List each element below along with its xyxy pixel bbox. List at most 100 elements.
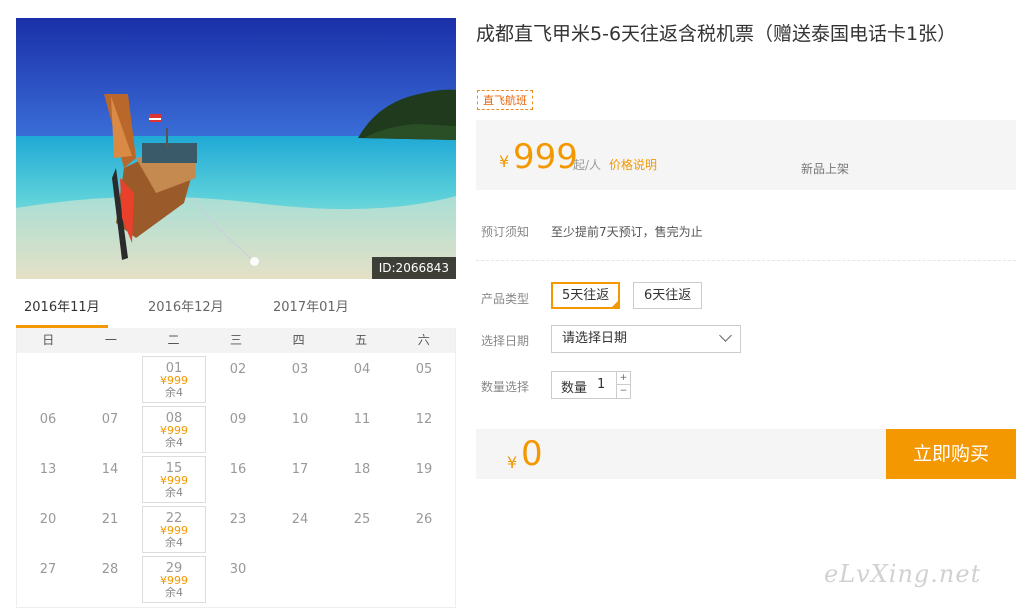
tab-month-2[interactable]: 2016年12月 <box>148 292 224 328</box>
calendar-week-row: 13 14 15 ¥999 余4 16 17 18 19 <box>17 453 455 503</box>
tab-month-1[interactable]: 2016年11月 <box>16 292 108 328</box>
weekday-label: 四 <box>292 333 305 347</box>
increment-button[interactable]: + <box>616 372 630 385</box>
quantity-stepper[interactable]: 数量 1 + − <box>551 371 631 399</box>
type-option-6day[interactable]: 6天往返 <box>633 282 703 309</box>
day-number: 09 <box>229 412 247 427</box>
quantity-label: 数量选择 <box>481 380 530 394</box>
price-explain-link[interactable]: 价格说明 <box>609 156 657 173</box>
weekday-label: 六 <box>417 333 430 347</box>
booking-notice-label: 预订须知 <box>481 225 530 239</box>
calendar-day: 11 <box>331 403 393 453</box>
day-number: 03 <box>291 362 309 377</box>
image-id-label: ID:2066843 <box>371 257 456 279</box>
quantity-value[interactable]: 1 <box>597 377 605 392</box>
weekday-label: 三 <box>230 333 243 347</box>
calendar-day-available[interactable]: 29 ¥999 余4 <box>142 556 206 603</box>
calendar-day-available[interactable]: 01 ¥999 余4 <box>142 356 206 403</box>
calendar-empty-cell <box>269 553 331 603</box>
day-number: 17 <box>291 462 309 477</box>
currency-symbol: ¥ <box>499 152 510 171</box>
calendar-week-row: 27 28 29 ¥999 余4 30 <box>17 553 455 603</box>
calendar-day: 28 <box>79 553 141 603</box>
calendar-week-row: 06 07 08 ¥999 余4 09 10 11 12 <box>17 403 455 453</box>
day-number: 26 <box>415 512 433 527</box>
date-select-value: 请选择日期 <box>562 331 628 346</box>
day-number: 12 <box>415 412 433 427</box>
day-number: 24 <box>291 512 309 527</box>
day-number: 11 <box>353 412 371 427</box>
day-number: 13 <box>39 462 57 477</box>
calendar-day: 03 <box>269 353 331 403</box>
day-number: 06 <box>39 412 57 427</box>
day-number: 02 <box>229 362 247 377</box>
calendar-grid: 01 ¥999 余4 02 03 04 05 06 07 08 ¥999 余4 09 10 11 12 13 14… <box>17 353 455 603</box>
calendar-day-available[interactable]: 15 ¥999 余4 <box>142 456 206 503</box>
day-number: 19 <box>415 462 433 477</box>
calendar-day: 26 <box>393 503 455 553</box>
calendar-day: 21 <box>79 503 141 553</box>
day-remaining: 余4 <box>165 386 183 399</box>
beach-boat-illustration <box>16 18 456 279</box>
tab-month-3[interactable]: 2017年01月 <box>273 292 349 328</box>
calendar-empty-cell <box>393 553 455 603</box>
direct-flight-tag: 直飞航班 <box>477 90 533 110</box>
day-number: 21 <box>101 512 119 527</box>
quantity-field-label: 数量 <box>561 381 588 396</box>
day-number: 05 <box>415 362 433 377</box>
day-remaining: 余4 <box>165 436 183 449</box>
carousel-dot[interactable] <box>250 257 259 266</box>
buy-now-button[interactable]: 立即购买 <box>886 429 1016 479</box>
calendar-day: 06 <box>17 403 79 453</box>
calendar-day: 30 <box>207 553 269 603</box>
weekday-header: 日 一 二 三 四 五 六 <box>17 328 455 353</box>
departure-calendar: 日 一 二 三 四 五 六 01 ¥999 余4 02 03 04 05 06 07 08 ¥999… <box>16 328 456 608</box>
calendar-day: 17 <box>269 453 331 503</box>
calendar-week-row: 01 ¥999 余4 02 03 04 05 <box>17 353 455 403</box>
calendar-day: 13 <box>17 453 79 503</box>
calendar-day: 07 <box>79 403 141 453</box>
product-type-label: 产品类型 <box>481 292 530 306</box>
calendar-day-available[interactable]: 08 ¥999 余4 <box>142 406 206 453</box>
calendar-day-available[interactable]: 22 ¥999 余4 <box>142 506 206 553</box>
weekday-label: 五 <box>355 333 368 347</box>
date-select-label: 选择日期 <box>481 334 530 348</box>
price-unit: 起/人 <box>573 158 602 172</box>
calendar-day: 14 <box>79 453 141 503</box>
calendar-empty-cell <box>79 353 141 403</box>
day-remaining: 余4 <box>165 536 183 549</box>
type-option-5day[interactable]: 5天往返 <box>551 282 621 310</box>
day-number: 10 <box>291 412 309 427</box>
new-arrival-status: 新品上架 <box>801 162 850 176</box>
weekday-label: 一 <box>104 333 117 347</box>
booking-notice-text: 至少提前7天预订，售完为止 <box>551 225 703 239</box>
total-currency-symbol: ¥ <box>507 453 518 472</box>
calendar-day: 16 <box>207 453 269 503</box>
product-title: 成都直飞甲米5-6天往返含税机票（赠送泰国电话卡1张） <box>476 23 957 45</box>
calendar-day: 18 <box>331 453 393 503</box>
calendar-day: 23 <box>207 503 269 553</box>
calendar-day: 12 <box>393 403 455 453</box>
price-panel: ¥ 999 起/人 价格说明 新品上架 <box>476 120 1016 190</box>
day-remaining: 余4 <box>165 486 183 499</box>
day-number: 28 <box>101 562 119 577</box>
watermark: eLvXing.net <box>824 560 982 588</box>
chevron-down-icon <box>719 329 732 342</box>
day-number: 23 <box>229 512 247 527</box>
day-number: 25 <box>353 512 371 527</box>
day-number: 04 <box>353 362 371 377</box>
calendar-week-row: 20 21 22 ¥999 余4 23 24 25 26 <box>17 503 455 553</box>
day-number: 30 <box>229 562 247 577</box>
calendar-empty-cell <box>17 353 79 403</box>
calendar-day: 24 <box>269 503 331 553</box>
day-number: 16 <box>229 462 247 477</box>
calendar-day: 20 <box>17 503 79 553</box>
divider <box>476 260 1016 261</box>
calendar-day: 25 <box>331 503 393 553</box>
calendar-day: 10 <box>269 403 331 453</box>
decrement-button[interactable]: − <box>616 385 630 398</box>
calendar-day: 19 <box>393 453 455 503</box>
date-select[interactable]: 请选择日期 <box>551 325 741 353</box>
day-number: 14 <box>101 462 119 477</box>
total-amount: 0 <box>521 434 543 474</box>
